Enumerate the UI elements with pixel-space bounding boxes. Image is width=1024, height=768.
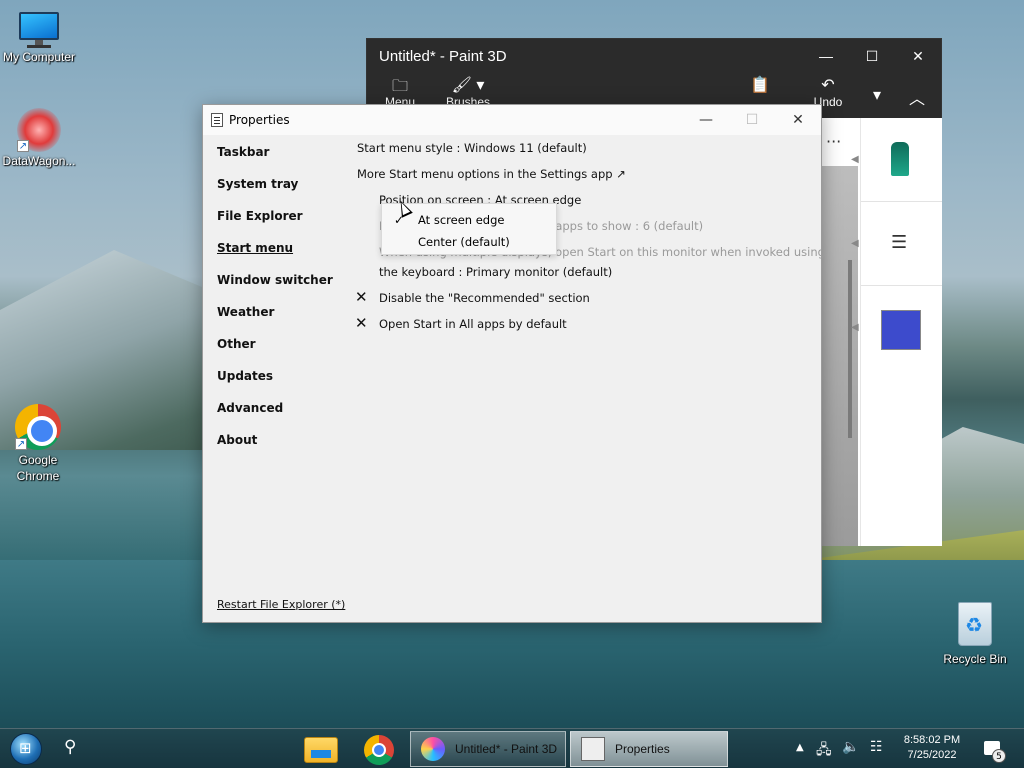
more-options-icon[interactable]: ··· <box>826 132 841 151</box>
nav-item-file-explorer[interactable]: File Explorer <box>217 207 347 239</box>
maximize-icon: ☐ <box>745 112 759 128</box>
paint3d-title: Untitled* - Paint 3D <box>379 47 507 65</box>
properties-nav: Taskbar System tray File Explorer Start … <box>217 143 347 463</box>
minimize-icon[interactable]: — <box>803 39 849 73</box>
search-icon[interactable]: ⚲ <box>64 737 76 757</box>
chrome-icon: ↗ <box>15 404 61 450</box>
datawagon-icon: ↗ <box>17 108 61 152</box>
sliders-icon: ☰ <box>891 232 908 253</box>
x-mark-icon: ✕ <box>355 314 368 332</box>
chevron-down-icon: ▾ <box>872 87 882 104</box>
close-icon[interactable]: ✕ <box>775 112 821 128</box>
paint3d-icon <box>421 737 445 761</box>
restart-file-explorer-link[interactable]: Restart File Explorer (*) <box>217 598 345 611</box>
maximize-icon[interactable]: ☐ <box>849 39 895 73</box>
setting-label: Disable the "Recommended" section <box>379 291 590 305</box>
shortcut-arrow-icon: ↗ <box>17 140 29 152</box>
clock-time: 8:58:02 PM <box>903 734 961 746</box>
chevron-up-icon: ︿ <box>908 91 925 108</box>
taskbar-button-properties[interactable]: Properties <box>570 731 728 767</box>
nav-item-updates[interactable]: Updates <box>217 367 347 399</box>
properties-titlebar[interactable]: Properties — ☐ ✕ <box>203 105 821 135</box>
notification-count-badge: 5 <box>992 749 1006 763</box>
file-explorer-taskbar-icon[interactable] <box>304 737 338 763</box>
start-button[interactable] <box>10 733 42 765</box>
desktop-icon-recycle-bin[interactable]: Recycle Bin <box>936 602 1014 666</box>
dropdown-option-center[interactable]: Center (default) <box>418 235 510 249</box>
brush-settings-section[interactable]: ◀ ☰ <box>851 202 942 286</box>
paste-button[interactable]: 📋 <box>735 75 785 95</box>
recycle-bin-icon <box>958 602 992 646</box>
nav-item-taskbar[interactable]: Taskbar <box>217 143 347 175</box>
sliders-tray-icon[interactable]: ☷ <box>870 739 883 755</box>
marker-icon <box>891 142 909 176</box>
caret-left-icon: ◀ <box>851 322 859 333</box>
desktop-icon-label: DataWagon... <box>2 154 76 168</box>
collapse-ribbon-button[interactable]: ︿ <box>895 85 939 108</box>
brush-icon: 🖌 ▾ <box>451 77 485 94</box>
setting-more-options-link[interactable]: More Start menu options in the Settings … <box>357 167 626 181</box>
computer-icon <box>17 12 61 48</box>
history-dropdown[interactable]: ▾ <box>857 85 897 105</box>
desktop-icon-label: My Computer <box>2 50 76 64</box>
setting-disable-recommended[interactable]: ✕ Disable the "Recommended" section <box>355 288 590 306</box>
close-icon[interactable]: ✕ <box>895 39 941 73</box>
chrome-taskbar-icon[interactable] <box>364 735 394 765</box>
paint3d-canvas-gray <box>822 166 858 546</box>
taskbar-button-label: Properties <box>615 742 670 756</box>
nav-item-weather[interactable]: Weather <box>217 303 347 335</box>
properties-app-icon <box>211 113 223 127</box>
brush-preview-section[interactable]: ◀ <box>851 118 942 202</box>
properties-title: Properties <box>229 113 290 127</box>
nav-item-other[interactable]: Other <box>217 335 347 367</box>
show-hidden-icons-chevron-icon[interactable]: ▲ <box>796 742 804 753</box>
setting-start-menu-style[interactable]: Start menu style : Windows 11 (default) <box>357 141 587 155</box>
setting-label: Open Start in All apps by default <box>379 317 567 331</box>
paint3d-side-panel: ◀ ◀ ☰ ◀ <box>851 118 942 546</box>
taskbar-button-label: Untitled* - Paint 3D <box>455 742 558 756</box>
setting-multi-display-line2[interactable]: the keyboard : Primary monitor (default) <box>379 265 612 279</box>
desktop-icon-datawagon[interactable]: ↗ DataWagon... <box>0 108 78 168</box>
nav-item-about[interactable]: About <box>217 431 347 463</box>
clipboard-icon: 📋 <box>750 77 770 94</box>
volume-icon[interactable]: 🔈 <box>842 739 859 755</box>
taskbar: ⚲ Untitled* - Paint 3D Properties ▲ 🖧 🔈 … <box>0 728 1024 768</box>
paint3d-titlebar[interactable]: Untitled* - Paint 3D — ☐ ✕ <box>367 39 941 73</box>
nav-item-start-menu[interactable]: Start menu <box>217 239 347 271</box>
desktop-icon-my-computer[interactable]: My Computer <box>0 12 78 64</box>
desktop-icon-label: Recycle Bin <box>943 652 1007 666</box>
caret-left-icon: ◀ <box>851 154 859 165</box>
dropdown-option-at-screen-edge[interactable]: At screen edge <box>418 213 504 227</box>
clock-date: 7/25/2022 <box>907 749 957 761</box>
desktop-icon-label: Google Chrome <box>16 453 60 483</box>
properties-icon <box>581 737 605 761</box>
desktop-icon-google-chrome[interactable]: ↗ Google Chrome <box>0 404 76 484</box>
caret-left-icon: ◀ <box>851 238 859 249</box>
setting-open-all-apps[interactable]: ✕ Open Start in All apps by default <box>355 314 567 332</box>
properties-window[interactable]: Properties — ☐ ✕ Taskbar System tray Fil… <box>202 104 825 623</box>
network-icon[interactable]: 🖧 <box>816 739 832 763</box>
shortcut-arrow-icon: ↗ <box>15 438 27 450</box>
folder-icon: 🗀 <box>391 78 408 95</box>
nav-item-advanced[interactable]: Advanced <box>217 399 347 431</box>
nav-item-system-tray[interactable]: System tray <box>217 175 347 207</box>
minimize-icon[interactable]: — <box>683 112 729 128</box>
nav-item-window-switcher[interactable]: Window switcher <box>217 271 347 303</box>
taskbar-button-paint3d[interactable]: Untitled* - Paint 3D <box>410 731 566 767</box>
color-section[interactable]: ◀ <box>851 286 942 370</box>
taskbar-clock[interactable]: 8:58:02 PM 7/25/2022 <box>896 733 968 763</box>
x-mark-icon: ✕ <box>355 288 368 306</box>
undo-icon: ↶ <box>821 77 835 94</box>
canvas-scrollbar[interactable] <box>848 260 852 438</box>
color-swatch[interactable] <box>881 310 921 350</box>
